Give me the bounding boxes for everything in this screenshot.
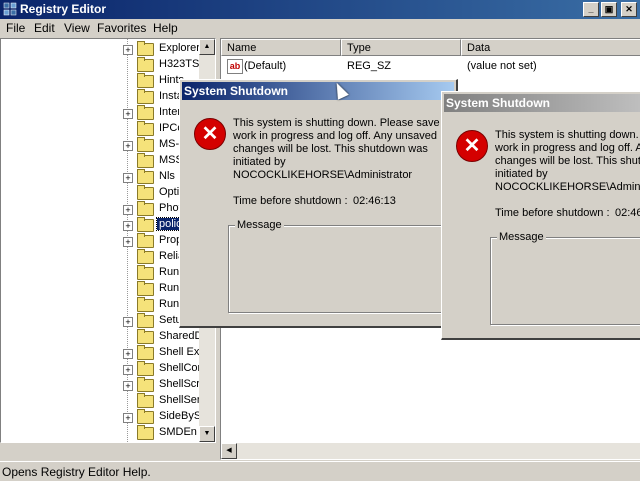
value-type: REG_SZ bbox=[347, 60, 392, 72]
folder-icon bbox=[137, 169, 154, 184]
time-label: Time before shutdown : bbox=[233, 195, 348, 207]
value-data: (value not set) bbox=[467, 60, 537, 72]
folder-icon bbox=[137, 185, 154, 200]
tree-item-label: Run bbox=[159, 266, 180, 278]
folder-icon bbox=[137, 105, 154, 120]
value-name: (Default) bbox=[244, 60, 287, 72]
scroll-down-icon[interactable]: ▼ bbox=[199, 426, 215, 442]
tree-item[interactable]: +Shell Extensions bbox=[123, 345, 215, 361]
dialog-message-2: This system is shutting down. Please sav… bbox=[495, 129, 640, 193]
status-text: Opens Registry Editor Help. bbox=[2, 465, 151, 479]
expand-icon[interactable]: + bbox=[123, 317, 133, 327]
shutdown-dialog-2[interactable]: System Shutdown ✕ This system is shuttin… bbox=[441, 91, 640, 340]
folder-icon bbox=[137, 329, 154, 344]
dialog-title-2: System Shutdown bbox=[446, 96, 551, 110]
time-label-2: Time before shutdown : bbox=[495, 207, 610, 219]
folder-icon bbox=[137, 361, 154, 376]
tree-item[interactable]: H323TSP bbox=[123, 57, 207, 73]
folder-icon bbox=[137, 409, 154, 424]
tree-item-label: Explorer bbox=[159, 42, 200, 54]
list-row[interactable]: ab (Default) REG_SZ (value not set) bbox=[221, 58, 640, 74]
expand-icon[interactable]: + bbox=[123, 141, 133, 151]
folder-icon bbox=[137, 153, 154, 168]
close-button[interactable]: ✕ bbox=[621, 2, 637, 17]
dialog-titlebar[interactable]: System Shutdown bbox=[182, 82, 454, 100]
menu-favorites[interactable]: Favorites bbox=[97, 21, 146, 35]
folder-icon bbox=[137, 233, 154, 248]
dialog-message: This system is shutting down. Please sav… bbox=[233, 117, 454, 181]
tree-item[interactable]: +ShellCompatibility bbox=[123, 361, 215, 377]
expand-icon[interactable]: + bbox=[123, 173, 133, 183]
tree-item[interactable]: ShellServiceObjectDelayLoad bbox=[123, 393, 215, 409]
folder-icon bbox=[137, 201, 154, 216]
tree-item[interactable]: + SideBySide bbox=[123, 409, 215, 425]
menu-help[interactable]: Help bbox=[153, 21, 178, 35]
maximize-button[interactable]: ▣ bbox=[601, 2, 617, 17]
expand-icon[interactable]: + bbox=[123, 365, 133, 375]
dialog-title: System Shutdown bbox=[184, 84, 289, 98]
message-group-label-2: Message bbox=[497, 231, 546, 243]
time-value: 02:46:13 bbox=[353, 195, 396, 207]
tree-item[interactable]: SharedDLLs bbox=[123, 329, 215, 345]
expand-icon[interactable]: + bbox=[123, 413, 133, 423]
folder-icon bbox=[137, 297, 154, 312]
folder-icon bbox=[137, 41, 154, 56]
menu-edit[interactable]: Edit bbox=[34, 21, 55, 35]
scroll-left-icon[interactable]: ◀ bbox=[221, 443, 237, 459]
string-value-icon: ab bbox=[227, 59, 243, 74]
expand-icon[interactable]: + bbox=[123, 109, 133, 119]
status-bar: Opens Registry Editor Help. bbox=[0, 461, 640, 481]
tree-item[interactable]: + ShellScrap bbox=[123, 377, 212, 393]
error-icon: ✕ bbox=[194, 118, 226, 150]
expand-icon[interactable]: + bbox=[123, 349, 133, 359]
folder-icon bbox=[137, 377, 154, 392]
folder-icon bbox=[137, 137, 154, 152]
menu-view[interactable]: View bbox=[64, 21, 90, 35]
expand-icon[interactable]: + bbox=[123, 237, 133, 247]
expand-icon[interactable]: + bbox=[123, 381, 133, 391]
folder-icon bbox=[137, 89, 154, 104]
menu-bar: File Edit View Favorites Help bbox=[0, 19, 640, 37]
window-titlebar[interactable]: Registry Editor _ ▣ ✕ bbox=[0, 0, 640, 19]
expand-icon[interactable]: + bbox=[123, 221, 133, 231]
scroll-up-icon[interactable]: ▲ bbox=[199, 39, 215, 55]
minimize-button[interactable]: _ bbox=[583, 2, 599, 17]
folder-icon bbox=[137, 281, 154, 296]
list-horizontal-scrollbar[interactable]: ◀ bbox=[221, 443, 640, 459]
dialog-titlebar-2[interactable]: System Shutdown bbox=[444, 94, 640, 112]
folder-icon bbox=[137, 345, 154, 360]
folder-icon bbox=[137, 57, 154, 72]
window-title: Registry Editor bbox=[20, 2, 107, 16]
menu-file[interactable]: File bbox=[6, 21, 25, 35]
expand-icon[interactable]: + bbox=[123, 205, 133, 215]
folder-icon bbox=[137, 121, 154, 136]
folder-icon bbox=[137, 393, 154, 408]
folder-icon bbox=[137, 425, 154, 440]
time-value-2: 02:46:13 bbox=[615, 207, 640, 219]
registry-editor-icon bbox=[3, 2, 17, 16]
tree-item[interactable]: SMDEn bbox=[123, 425, 203, 441]
shutdown-dialog[interactable]: System Shutdown ✕ This system is shuttin… bbox=[179, 79, 458, 328]
folder-icon bbox=[137, 313, 154, 328]
tree-item-label: Nls bbox=[159, 170, 175, 182]
folder-icon bbox=[137, 249, 154, 264]
error-icon-2: ✕ bbox=[456, 130, 488, 162]
folder-icon bbox=[137, 73, 154, 88]
tree-item-label: SMDEn bbox=[159, 426, 197, 438]
message-group-label: Message bbox=[235, 219, 284, 231]
message-groupbox-2: Message bbox=[490, 231, 640, 325]
column-header-name[interactable]: Name bbox=[221, 39, 341, 56]
tree-item[interactable]: + Explorer bbox=[123, 41, 203, 57]
column-header-type[interactable]: Type bbox=[341, 39, 461, 56]
folder-icon bbox=[137, 217, 154, 232]
column-header-data[interactable]: Data bbox=[461, 39, 640, 56]
message-groupbox: Message bbox=[228, 219, 450, 313]
expand-icon[interactable]: + bbox=[123, 45, 133, 55]
folder-icon bbox=[137, 265, 154, 280]
